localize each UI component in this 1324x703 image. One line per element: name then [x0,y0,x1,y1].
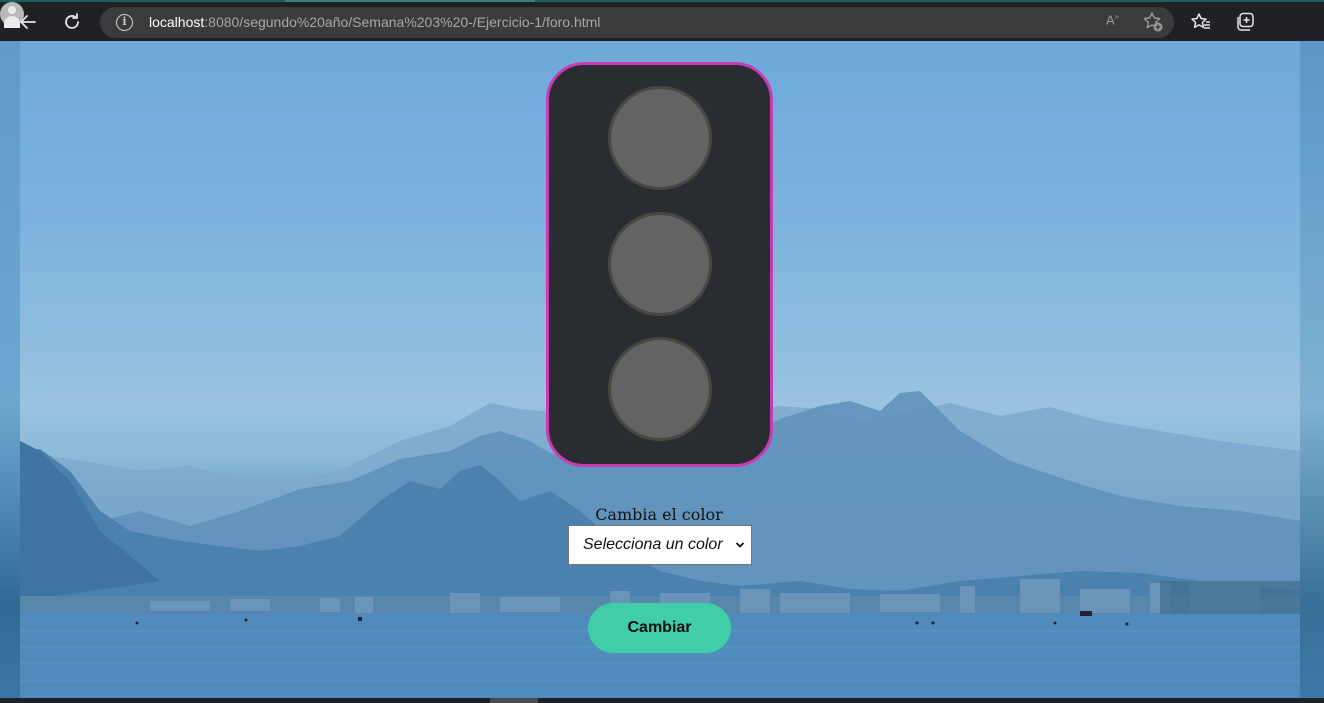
horizontal-scrollbar[interactable] [0,698,1324,703]
avatar-head [8,6,16,14]
color-select[interactable]: Selecciona un color [568,525,752,565]
scrollbar-thumb[interactable] [490,698,538,703]
page-edge-right [1300,41,1324,703]
url-path: :8080/segundo%20año/Semana%203%20-/Ejerc… [204,14,601,30]
page-edge-left [0,41,20,703]
avatar-body [4,16,20,28]
browser-toolbar: i localhost:8080/segundo%20año/Semana%20… [0,0,1324,41]
change-button[interactable]: Cambiar [588,603,731,653]
address-bar[interactable]: i localhost:8080/segundo%20año/Semana%20… [100,7,1174,38]
traffic-light-lamp-middle [608,212,712,316]
active-tab-indicator [285,0,535,2]
favorites-icon[interactable] [1190,11,1212,33]
url-host: localhost [149,14,205,30]
page-viewport: Cambia el color Selecciona un color Camb… [0,41,1324,703]
traffic-light-lamp-bottom [608,337,712,441]
chevron-down-icon [735,537,745,555]
read-aloud-icon[interactable]: A» [1106,12,1119,27]
collections-icon[interactable] [1234,11,1256,33]
color-select-value: Selecciona un color [583,536,723,553]
add-favorite-icon[interactable] [1142,11,1164,33]
site-info-icon[interactable]: i [116,14,133,31]
traffic-light-lamp-top [608,86,712,190]
url-text[interactable]: localhost:8080/segundo%20año/Semana%203%… [149,14,600,30]
color-select-label: Cambia el color [595,505,723,524]
traffic-light [546,62,773,467]
reload-icon[interactable] [59,9,85,35]
